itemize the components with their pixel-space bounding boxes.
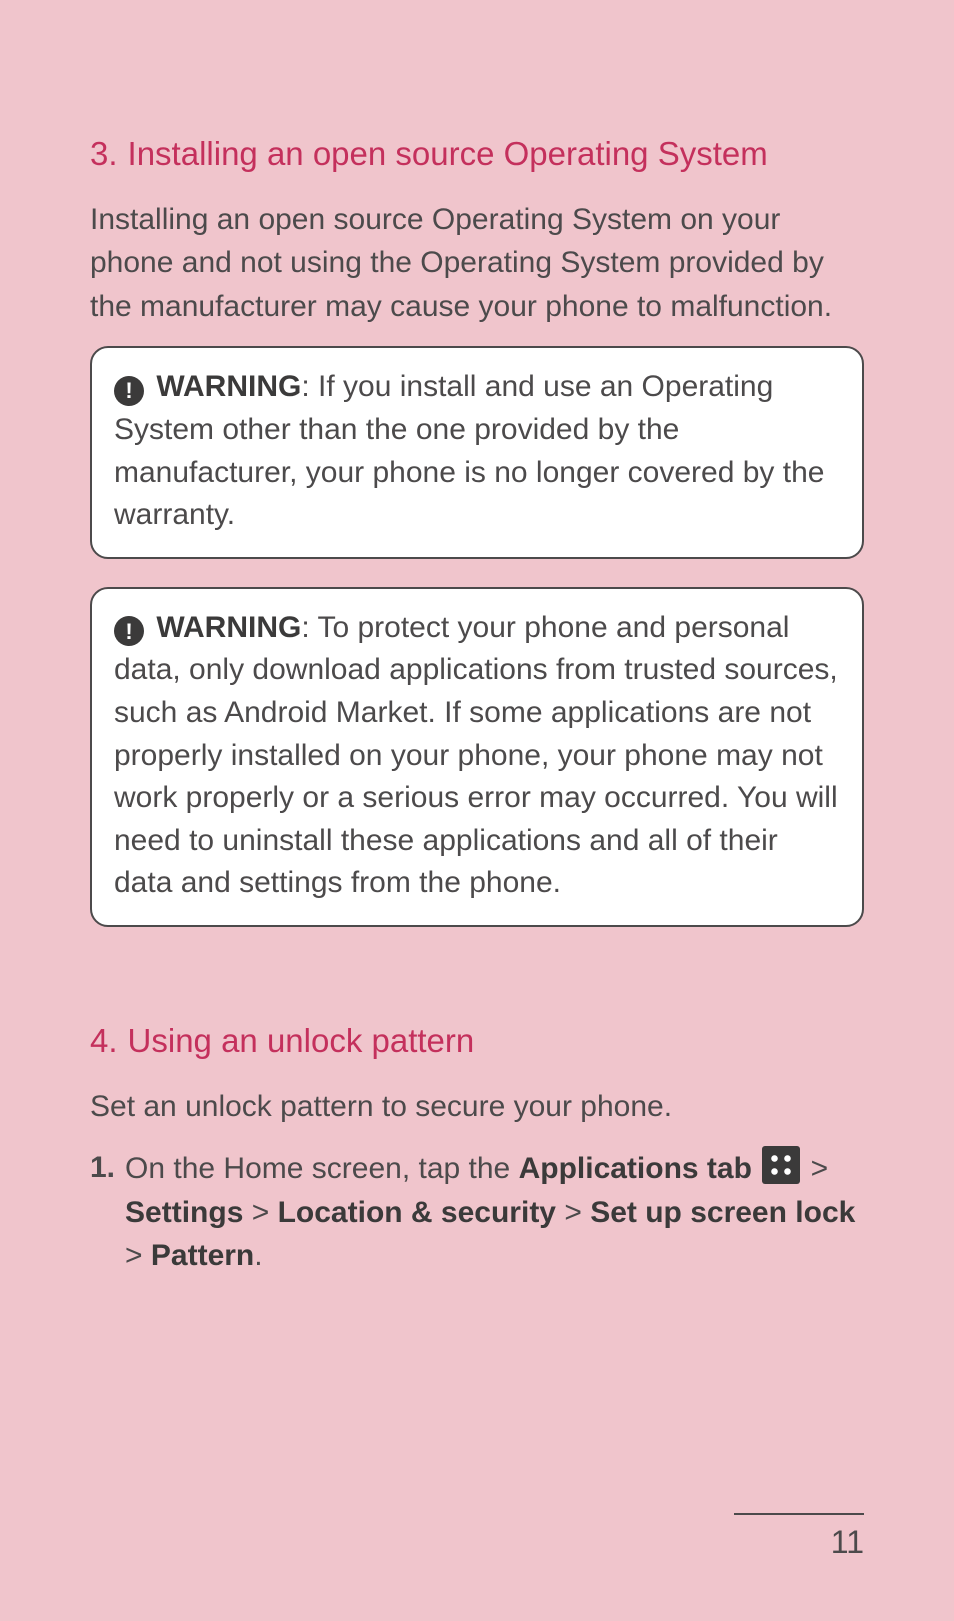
step-1: 1. On the Home screen, tap the Applicati… — [90, 1146, 864, 1278]
page-number: 11 — [831, 1524, 864, 1561]
step-1-text-1: On the Home screen, tap the — [125, 1152, 519, 1185]
step-1-body: On the Home screen, tap the Applications… — [125, 1146, 864, 1278]
step-1-end: . — [254, 1239, 262, 1272]
section-3-title: Installing an open source Operating Syst… — [128, 130, 864, 178]
sep-1: > — [802, 1152, 828, 1185]
warning-box-apps: ! WARNING: To protect your phone and per… — [90, 587, 864, 927]
step-list: 1. On the Home screen, tap the Applicati… — [90, 1146, 864, 1278]
applications-tab-label: Applications tab — [519, 1152, 752, 1185]
settings-label: Settings — [125, 1196, 243, 1229]
warning-box-warranty: ! WARNING: If you install and use an Ope… — [90, 346, 864, 558]
section-3-number: 3. — [90, 130, 118, 178]
pattern-label: Pattern — [151, 1239, 254, 1272]
step-1-number: 1. — [90, 1146, 115, 1278]
section-4-body: Set an unlock pattern to secure your pho… — [90, 1085, 864, 1129]
section-4-title: Using an unlock pattern — [128, 1017, 864, 1065]
sep-4: > — [125, 1239, 151, 1272]
warning-label: WARNING — [156, 611, 301, 644]
warning-icon: ! — [114, 376, 144, 406]
footer-rule — [734, 1513, 864, 1515]
location-security-label: Location & security — [278, 1196, 556, 1229]
set-up-screen-lock-label: Set up screen lock — [590, 1196, 855, 1229]
manual-page: 3. Installing an open source Operating S… — [0, 0, 954, 1346]
warning-icon: ! — [114, 616, 144, 646]
section-3-body: Installing an open source Operating Syst… — [90, 198, 864, 329]
warning-label: WARNING — [156, 370, 301, 403]
applications-tab-icon — [762, 1146, 800, 1184]
section-3-heading: 3. Installing an open source Operating S… — [90, 130, 864, 178]
section-4-number: 4. — [90, 1017, 118, 1065]
section-4-heading: 4. Using an unlock pattern — [90, 1017, 864, 1065]
warning-2-text: : To protect your phone and personal dat… — [114, 611, 838, 900]
sep-3: > — [556, 1196, 590, 1229]
sep-2: > — [243, 1196, 277, 1229]
